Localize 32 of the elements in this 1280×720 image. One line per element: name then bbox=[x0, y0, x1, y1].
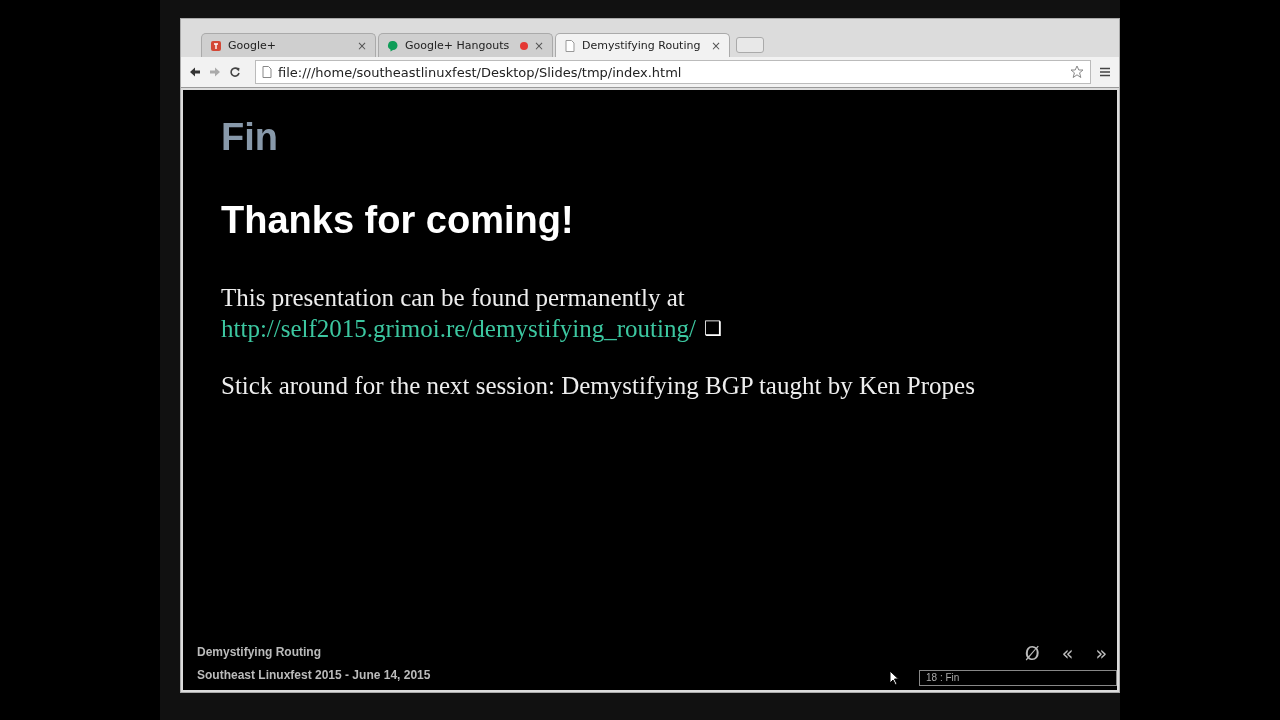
chat-bubble-icon bbox=[387, 39, 399, 52]
bookmark-star-icon[interactable] bbox=[1070, 65, 1084, 79]
close-tab-button[interactable]: × bbox=[533, 38, 544, 53]
close-tab-button[interactable]: × bbox=[356, 38, 367, 53]
toggle-button[interactable]: Ø bbox=[1024, 642, 1040, 664]
paragraph: This presentation can be found permanently at bbox=[221, 283, 686, 313]
browser-tab[interactable]: Demystifying Routing × bbox=[555, 33, 730, 57]
menu-icon[interactable] bbox=[1099, 66, 1111, 78]
browser-tab[interactable]: Google+ × bbox=[201, 33, 376, 57]
section-title: Fin bbox=[221, 116, 279, 159]
address-bar[interactable]: file:///home/southeastlinuxfest/Desktop/Slides/tmp/index.html bbox=[255, 60, 1091, 84]
page-icon bbox=[564, 39, 576, 52]
next-button[interactable]: » bbox=[1095, 642, 1107, 664]
slide-number-field[interactable]: 18 : Fin bbox=[919, 670, 1117, 686]
footer-subtitle: Southeast Linuxfest 2015 - June 14, 2015 bbox=[197, 668, 431, 682]
link[interactable]: http://self2015.grimoi.re/demystifying_routing/ bbox=[221, 313, 696, 344]
previous-button[interactable]: « bbox=[1061, 642, 1074, 664]
paragraph: Stick around for the next session: Demystifying BGP taught by Ken Propes bbox=[221, 371, 976, 401]
external-link-mark: ❑ bbox=[703, 316, 722, 341]
footer-title: Demystifying Routing bbox=[197, 645, 322, 659]
mouse-cursor-icon bbox=[889, 670, 899, 686]
recording-dot-icon bbox=[519, 41, 528, 50]
url-text: file:///home/southeastlinuxfest/Desktop/Slides/tmp/index.html bbox=[278, 64, 683, 80]
page-icon bbox=[262, 66, 272, 78]
back-icon[interactable] bbox=[189, 66, 201, 78]
tab-title: Google+ bbox=[228, 39, 277, 52]
browser-tab[interactable]: Google+ Hangouts × bbox=[378, 33, 553, 57]
tab-title: Demystifying Routing bbox=[582, 39, 702, 52]
slide-heading: Thanks for coming! bbox=[221, 199, 575, 242]
reload-icon[interactable] bbox=[229, 66, 241, 78]
close-tab-button[interactable]: × bbox=[710, 38, 721, 53]
tab-title: Google+ Hangouts bbox=[405, 39, 511, 52]
